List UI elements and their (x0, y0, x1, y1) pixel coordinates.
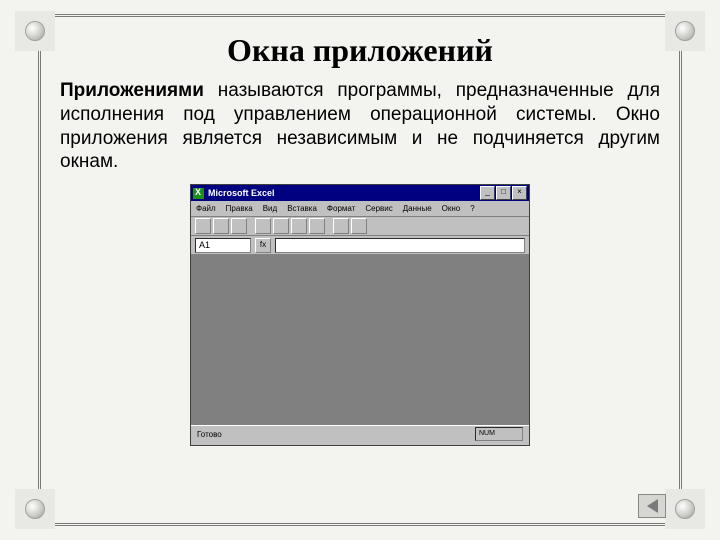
redo-icon[interactable] (351, 218, 367, 234)
window-title: Microsoft Excel (208, 188, 479, 198)
toolbar (191, 217, 529, 236)
undo-icon[interactable] (333, 218, 349, 234)
paste-icon[interactable] (309, 218, 325, 234)
prev-slide-button[interactable] (638, 494, 666, 518)
formula-input[interactable] (275, 238, 525, 253)
paragraph-bold-term: Приложениями (60, 80, 204, 101)
corner-ornament (665, 489, 705, 529)
menu-file[interactable]: Файл (196, 204, 216, 213)
copy-icon[interactable] (291, 218, 307, 234)
maximize-button[interactable]: □ (496, 186, 511, 200)
close-button[interactable]: × (512, 186, 527, 200)
menu-format[interactable]: Формат (327, 204, 355, 213)
corner-ornament (15, 11, 55, 51)
new-file-icon[interactable] (195, 218, 211, 234)
excel-window: Microsoft Excel _ □ × Файл Правка Вид Вс… (190, 184, 530, 446)
arrow-left-icon (647, 499, 658, 513)
titlebar[interactable]: Microsoft Excel _ □ × (191, 185, 529, 201)
open-file-icon[interactable] (213, 218, 229, 234)
cut-icon[interactable] (273, 218, 289, 234)
status-panel-num: NUM (475, 427, 523, 441)
menu-help[interactable]: ? (470, 204, 474, 213)
menu-edit[interactable]: Правка (226, 204, 253, 213)
menubar[interactable]: Файл Правка Вид Вставка Формат Сервис Да… (191, 201, 529, 217)
slide-title: Окна приложений (60, 32, 660, 69)
menu-tools[interactable]: Сервис (365, 204, 392, 213)
menu-insert[interactable]: Вставка (287, 204, 317, 213)
name-box[interactable]: A1 (195, 238, 251, 253)
fx-button[interactable]: fx (255, 238, 271, 253)
menu-window[interactable]: Окно (442, 204, 461, 213)
print-icon[interactable] (255, 218, 271, 234)
status-text: Готово (197, 430, 471, 439)
menu-data[interactable]: Данные (403, 204, 432, 213)
corner-ornament (665, 11, 705, 51)
statusbar: Готово NUM (191, 425, 529, 442)
save-icon[interactable] (231, 218, 247, 234)
minimize-button[interactable]: _ (480, 186, 495, 200)
menu-view[interactable]: Вид (263, 204, 277, 213)
slide-paragraph: Приложениями называются программы, предн… (60, 79, 660, 174)
formula-bar: A1 fx (191, 236, 529, 255)
workspace-area[interactable] (191, 255, 529, 425)
excel-app-icon (193, 188, 204, 199)
corner-ornament (15, 489, 55, 529)
